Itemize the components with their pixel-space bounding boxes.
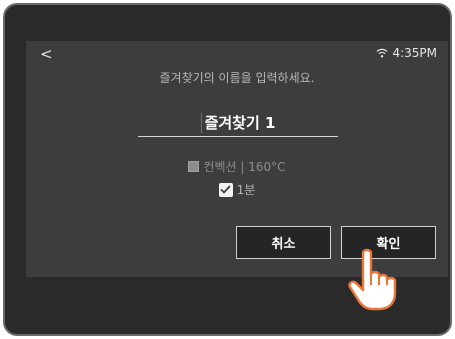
cancel-button[interactable]: 취소 [236,226,331,259]
favorite-name-value: 즐겨찾기 1 [204,114,276,132]
convection-mode-icon [188,161,200,172]
time-option-label: 1분 [236,183,256,197]
back-button[interactable]: < [40,45,53,63]
cooking-mode-info: 컨벡션 | 160°C [26,158,448,175]
display-screen: < 4:35PM 즐겨찾기의 이름을 입력하세요. 즐겨찾기 1 컨벡션 | 1… [26,41,448,277]
favorite-name-input[interactable]: 즐겨찾기 1 [138,109,338,137]
text-cursor [200,112,202,133]
name-prompt: 즐겨찾기의 이름을 입력하세요. [159,71,315,85]
status-time: 4:35PM [392,46,437,60]
tap-hand-icon [345,247,421,315]
time-option[interactable]: 1분 [26,181,448,198]
wifi-icon [376,48,388,58]
cooking-mode-label: 컨벡션 | 160°C [203,160,286,174]
checkbox-checked-icon[interactable] [218,182,233,197]
status-bar: 4:35PM [376,46,437,60]
